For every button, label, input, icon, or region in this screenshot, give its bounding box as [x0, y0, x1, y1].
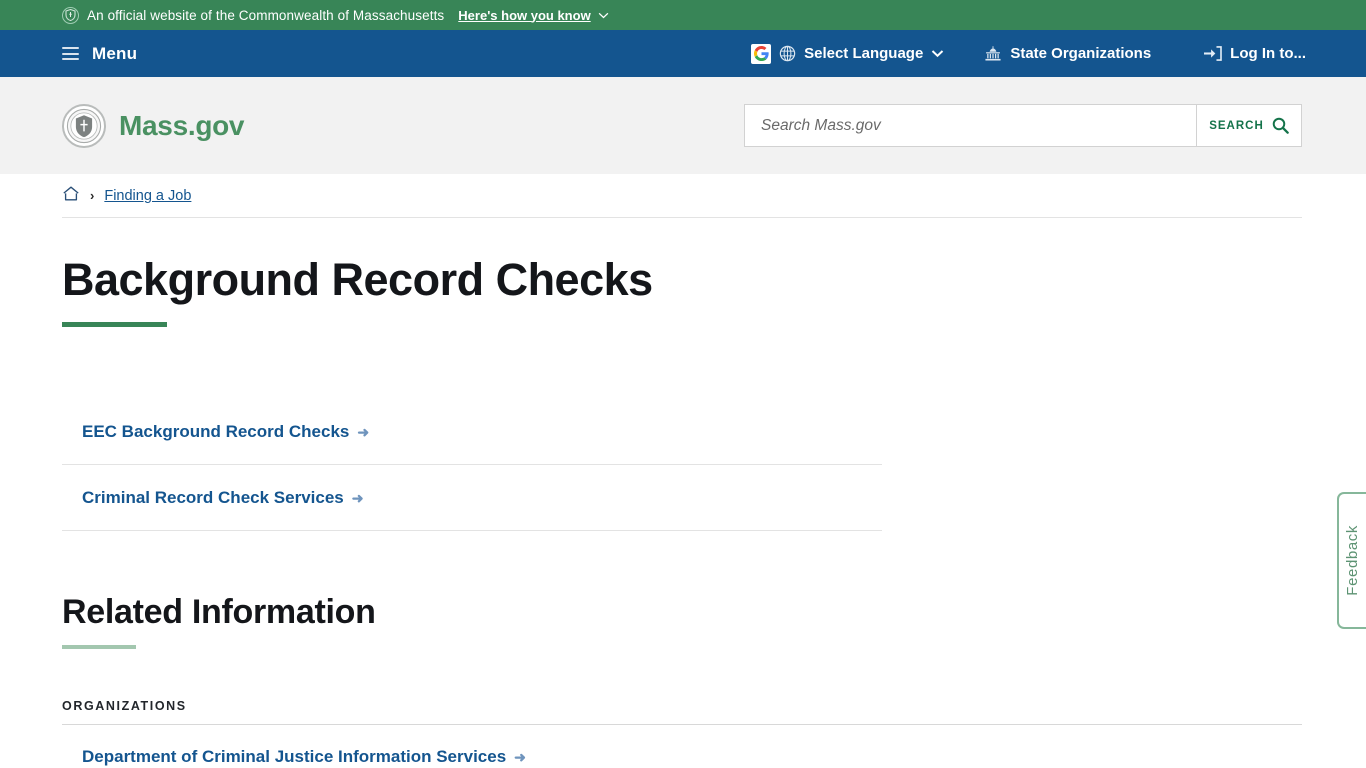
search-input[interactable] [745, 105, 1196, 146]
search-button-label: SEARCH [1209, 119, 1264, 132]
related-links-list: EEC Background Record Checks ➜ Criminal … [62, 400, 882, 531]
sign-in-icon [1204, 46, 1222, 61]
site-search: SEARCH [744, 104, 1302, 147]
arrow-right-icon: ➜ [357, 423, 370, 440]
related-information-heading: Related Information [62, 593, 376, 631]
state-organizations-label: State Organizations [1010, 45, 1152, 62]
site-header: Mass.gov SEARCH [0, 77, 1366, 174]
feedback-label: Feedback [1344, 525, 1361, 596]
list-item: Criminal Record Check Services ➜ [62, 465, 882, 531]
home-icon[interactable] [62, 185, 80, 207]
search-icon [1272, 117, 1289, 134]
breadcrumb-separator: › [90, 188, 95, 203]
breadcrumb: › Finding a Job [62, 174, 1302, 218]
section-accent-bar [62, 645, 136, 649]
hamburger-icon [62, 44, 79, 64]
how-you-know-label: Here's how you know [458, 7, 591, 23]
list-item: EEC Background Record Checks ➜ [62, 400, 882, 465]
link-label: Criminal Record Check Services [82, 488, 344, 507]
page-title: Background Record Checks [62, 254, 653, 305]
menu-button[interactable]: Menu [62, 44, 137, 64]
feedback-tab[interactable]: Feedback [1337, 492, 1366, 629]
google-translate-icon [751, 43, 772, 64]
how-you-know-toggle[interactable]: Here's how you know [458, 7, 609, 23]
official-site-banner: An official website of the Commonwealth … [0, 0, 1366, 30]
state-organizations-link[interactable]: State Organizations [984, 45, 1151, 62]
menu-label: Menu [92, 43, 138, 63]
capitol-building-icon [985, 46, 1001, 61]
list-item: Department of Criminal Justice Informati… [62, 725, 1366, 767]
select-language-label: Select Language [804, 45, 924, 62]
chevron-down-icon [598, 12, 609, 18]
nav-right-group: Select Language State Organizations Log … [751, 43, 1366, 64]
link-label: EEC Background Record Checks [82, 422, 350, 441]
shield-icon [62, 6, 79, 24]
select-language-button[interactable]: Select Language [751, 43, 944, 64]
main-navigation-bar: Menu Select Language State Organizations… [0, 30, 1366, 77]
chevron-down-icon [932, 50, 944, 58]
organizations-label: ORGANIZATIONS [62, 699, 187, 713]
log-in-label: Log In to... [1230, 45, 1306, 62]
link-eec-background-record-checks[interactable]: EEC Background Record Checks ➜ [82, 422, 369, 442]
logo-text: Mass.gov [119, 109, 245, 141]
page-content: › Finding a Job Background Record Checks… [0, 174, 1366, 767]
banner-text: An official website of the Commonwealth … [87, 7, 445, 23]
mass-gov-logo[interactable]: Mass.gov [62, 103, 245, 148]
breadcrumb-item-finding-a-job[interactable]: Finding a Job [104, 188, 191, 204]
massachusetts-seal-icon [62, 103, 106, 148]
search-button[interactable]: SEARCH [1196, 105, 1301, 146]
arrow-right-icon: ➜ [514, 748, 526, 765]
log-in-button[interactable]: Log In to... [1203, 45, 1306, 62]
title-accent-bar [62, 322, 167, 327]
link-label: Department of Criminal Justice Informati… [82, 747, 507, 766]
link-dept-criminal-justice-information-services[interactable]: Department of Criminal Justice Informati… [82, 747, 526, 767]
link-criminal-record-check-services[interactable]: Criminal Record Check Services ➜ [82, 488, 363, 508]
globe-icon [779, 45, 796, 62]
arrow-right-icon: ➜ [351, 489, 364, 506]
